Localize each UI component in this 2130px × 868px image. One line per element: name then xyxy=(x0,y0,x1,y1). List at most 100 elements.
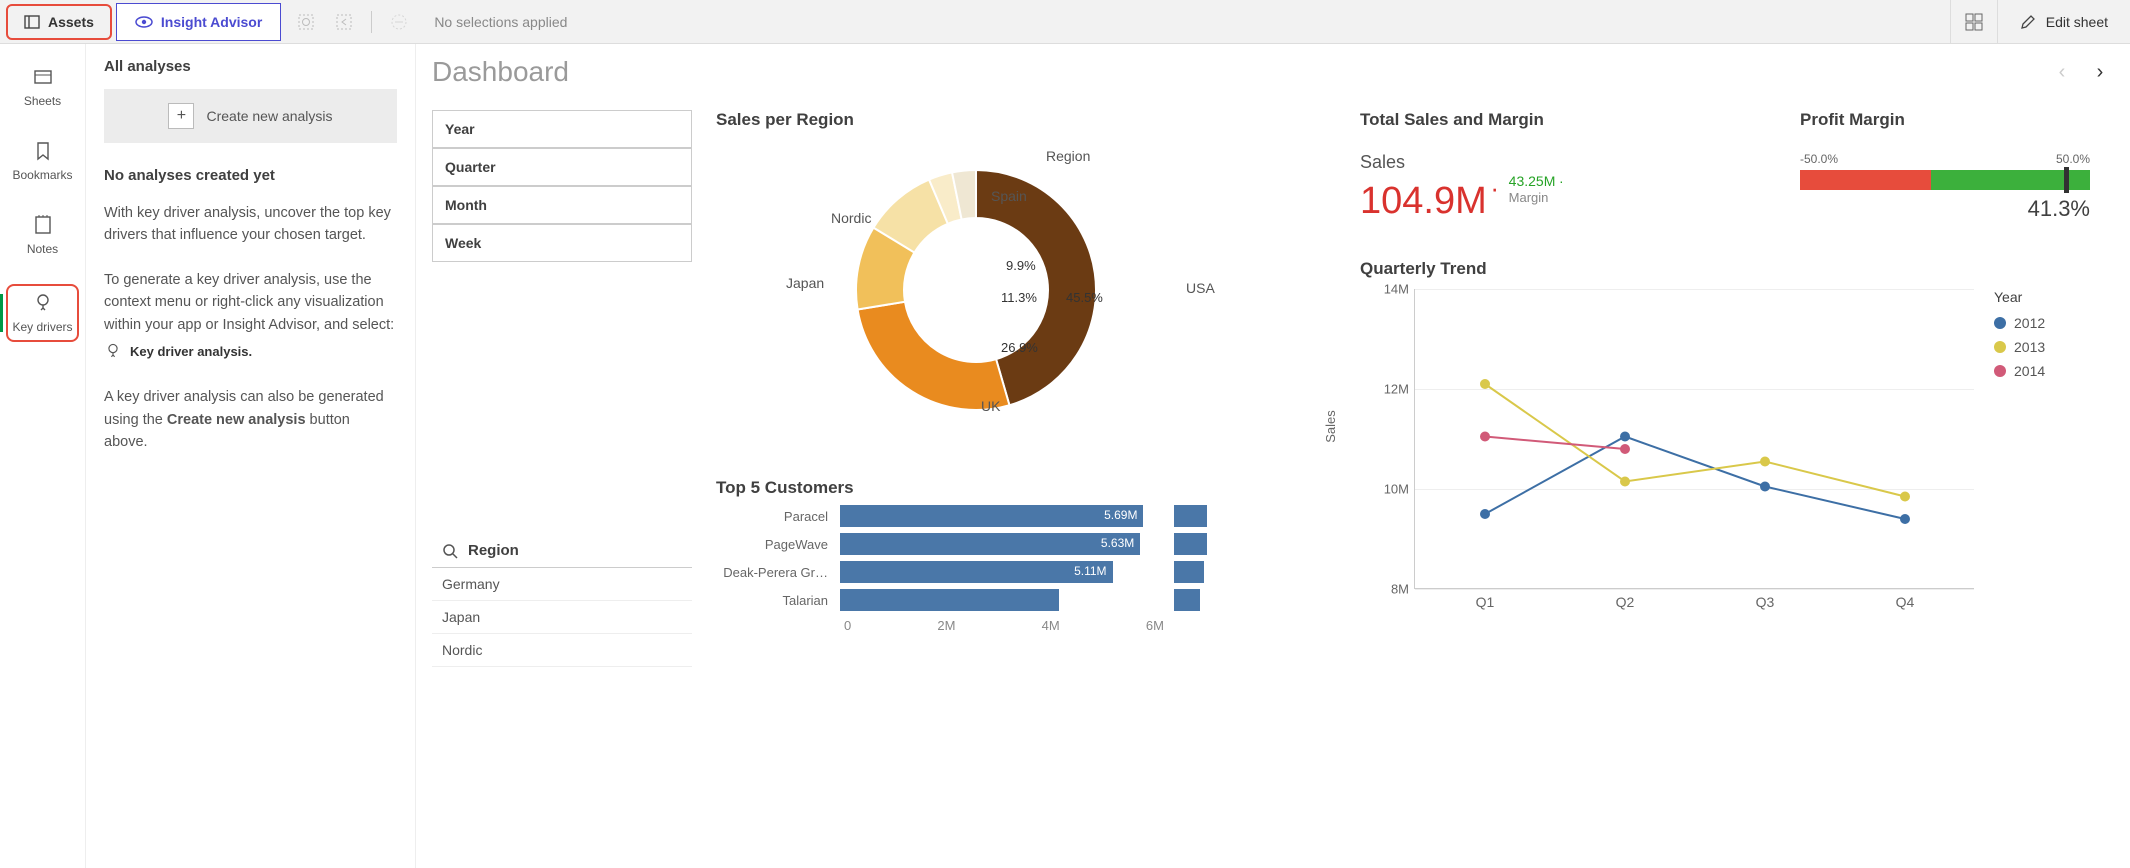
analyses-paragraph-1: With key driver analysis, uncover the to… xyxy=(104,202,397,247)
donut-label: Nordic xyxy=(831,210,871,226)
edit-sheet-label: Edit sheet xyxy=(2046,14,2108,30)
profit-margin-value: 41.3% xyxy=(1800,196,2090,222)
legend-title: Year xyxy=(1994,289,2045,305)
analyses-paragraph-3: A key driver analysis can also be genera… xyxy=(104,386,397,453)
page-title: Dashboard xyxy=(432,56,569,88)
trend-x-tick: Q2 xyxy=(1616,594,1635,610)
panel-icon xyxy=(24,14,40,30)
trend-y-tick: 14M xyxy=(1361,282,1409,297)
analyses-panel: All analyses + Create new analysis No an… xyxy=(86,44,416,868)
sales-label: Sales xyxy=(1360,152,1740,173)
smart-search-icon[interactable] xyxy=(295,11,317,33)
analyses-title: All analyses xyxy=(104,58,397,75)
sheet-grid-button[interactable] xyxy=(1950,0,1997,44)
total-sales-title: Total Sales and Margin xyxy=(1360,110,1740,130)
bar-axis-tick: 0 xyxy=(844,618,851,633)
selection-tools: No selections applied xyxy=(295,11,567,33)
next-sheet-button[interactable]: › xyxy=(2086,58,2114,86)
trend-y-axis-label: Sales xyxy=(1323,410,1338,443)
sheets-icon xyxy=(32,66,54,88)
donut-label: UK xyxy=(981,398,1000,414)
sales-per-region-title: Sales per Region xyxy=(716,110,1336,130)
trend-x-tick: Q4 xyxy=(1896,594,1915,610)
filter-year[interactable]: Year xyxy=(432,110,692,148)
donut-pct-label: 11.3% xyxy=(1001,290,1037,305)
bar-axis-tick: 4M xyxy=(1042,618,1060,633)
bar-label: Paracel xyxy=(716,509,836,524)
nav-notes[interactable]: Notes xyxy=(0,210,85,260)
bar-label: Talarian xyxy=(716,593,836,608)
assets-button[interactable]: Assets xyxy=(6,4,112,40)
bar-axis-tick: 2M xyxy=(937,618,955,633)
left-nav: Sheets Bookmarks Notes Key drivers xyxy=(0,44,86,868)
legend-item[interactable]: 2014 xyxy=(1994,363,2045,379)
bar-label: PageWave xyxy=(716,537,836,552)
nav-key-drivers[interactable]: Key drivers xyxy=(6,284,79,342)
gauge-high: 50.0% xyxy=(2056,152,2090,166)
kd-analysis-text: Key driver analysis. xyxy=(130,344,252,359)
donut-label: Japan xyxy=(786,275,824,291)
nav-key-drivers-label: Key drivers xyxy=(12,320,72,334)
margin-label: Margin xyxy=(1509,190,1549,205)
key-driver-inline-icon xyxy=(104,342,122,360)
filter-month[interactable]: Month xyxy=(432,186,692,224)
nav-bookmarks[interactable]: Bookmarks xyxy=(0,136,85,186)
notes-icon xyxy=(32,214,54,236)
top5-title: Top 5 Customers xyxy=(716,478,1336,498)
filter-column: YearQuarterMonthWeek Region GermanyJapan… xyxy=(432,110,692,667)
clear-selections-icon[interactable] xyxy=(388,11,410,33)
analyses-paragraph-2: To generate a key driver analysis, use t… xyxy=(104,269,397,336)
profit-margin-title: Profit Margin xyxy=(1800,110,2090,130)
donut-legend-label: Region xyxy=(1046,148,1090,164)
nav-sheets[interactable]: Sheets xyxy=(0,62,85,112)
trend-x-tick: Q3 xyxy=(1756,594,1775,610)
region-filter: Region GermanyJapanNordic xyxy=(432,534,692,667)
bar-axis-tick: 6M xyxy=(1146,618,1164,633)
no-selections-text: No selections applied xyxy=(434,14,567,30)
trend-x-tick: Q1 xyxy=(1476,594,1495,610)
sales-value: 104.9M xyxy=(1360,180,1487,223)
legend-item[interactable]: 2012 xyxy=(1994,315,2045,331)
nav-notes-label: Notes xyxy=(27,242,58,256)
donut-pct-label: 45.5% xyxy=(1066,290,1103,305)
trend-title: Quarterly Trend xyxy=(1360,259,2114,279)
legend-item[interactable]: 2013 xyxy=(1994,339,2045,355)
key-drivers-icon xyxy=(32,292,54,314)
bar-label: Deak-Perera Gr… xyxy=(716,565,836,580)
region-filter-label: Region xyxy=(468,542,519,559)
filter-quarter[interactable]: Quarter xyxy=(432,148,692,186)
region-item[interactable]: Japan xyxy=(432,601,692,634)
topbar: Assets Insight Advisor No selections app… xyxy=(0,0,2130,44)
dashboard-canvas: Dashboard ‹ › YearQuarterMonthWeek Regio… xyxy=(416,44,2130,868)
donut-chart[interactable]: RegionUSAUKJapanNordicSpain 45.5%26.9%11… xyxy=(716,130,1336,450)
region-search[interactable]: Region xyxy=(432,534,692,568)
region-item[interactable]: Germany xyxy=(432,568,692,601)
edit-sheet-button[interactable]: Edit sheet xyxy=(1997,0,2130,44)
margin-value: 43.25M xyxy=(1509,173,1556,189)
insight-advisor-button[interactable]: Insight Advisor xyxy=(116,3,281,41)
nav-bookmarks-label: Bookmarks xyxy=(12,168,72,182)
filter-week[interactable]: Week xyxy=(432,224,692,262)
bookmark-icon xyxy=(32,140,54,162)
top5-bar-chart[interactable]: Paracel5.69MPageWave5.63MDeak-Perera Gr…… xyxy=(716,502,1336,633)
create-analysis-label: Create new analysis xyxy=(206,108,332,124)
trend-y-tick: 10M xyxy=(1361,482,1409,497)
trend-y-tick: 8M xyxy=(1361,582,1409,597)
trend-y-tick: 12M xyxy=(1361,382,1409,397)
donut-pct-label: 26.9% xyxy=(1001,340,1038,355)
eye-icon xyxy=(135,13,153,31)
assets-label: Assets xyxy=(48,14,94,30)
region-item[interactable]: Nordic xyxy=(432,634,692,667)
kpi-bullet-1: · xyxy=(1490,173,1499,203)
search-icon xyxy=(442,543,458,559)
trend-legend: Year 2012 2013 2014 xyxy=(1994,289,2045,589)
donut-label: USA xyxy=(1186,280,1215,296)
gauge-low: -50.0% xyxy=(1800,152,1838,166)
prev-sheet-button[interactable]: ‹ xyxy=(2048,58,2076,86)
gauge-bar[interactable] xyxy=(1800,170,2090,190)
create-analysis-button[interactable]: + Create new analysis xyxy=(104,89,397,143)
trend-line-chart[interactable]: 14M12M10M8MQ1Q2Q3Q4 xyxy=(1414,289,1974,589)
nav-sheets-label: Sheets xyxy=(24,94,61,108)
step-back-icon[interactable] xyxy=(333,11,355,33)
insight-label: Insight Advisor xyxy=(161,14,262,30)
